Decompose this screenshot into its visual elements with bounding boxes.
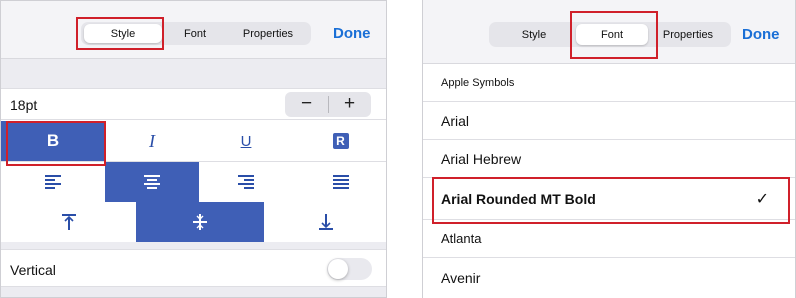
highlight-selected-font [432,177,790,224]
font-item-arial[interactable]: Arial [423,102,795,140]
increase-size-button[interactable]: + [328,92,371,117]
font-item-arial-hebrew[interactable]: Arial Hebrew [423,140,795,178]
tab-style[interactable]: Style [492,24,576,45]
done-button[interactable]: Done [742,26,780,43]
outline-icon: R [332,133,349,149]
underline-icon: U [240,132,252,150]
align-right-icon [238,175,254,189]
justify-icon [332,175,349,189]
format-toolbar: Style Font Properties Done [1,1,386,59]
tab-properties[interactable]: Properties [228,24,308,43]
text-format-panel-style: Style Font Properties Done 18pt − + B I … [0,0,387,298]
font-item-label: Apple Symbols [441,77,515,89]
align-bottom-icon [319,214,333,230]
outline-button[interactable]: R [293,121,386,161]
section-spacer [1,59,386,88]
align-top-button[interactable] [1,202,136,242]
section-spacer [1,287,386,297]
align-left-icon [45,175,61,189]
italic-button[interactable]: I [105,121,199,161]
align-center-button[interactable] [105,162,199,202]
section-spacer [1,242,386,249]
italic-icon: I [149,130,155,151]
font-size-stepper: − + [285,92,371,117]
font-item-apple-symbols[interactable]: Apple Symbols [423,64,795,102]
align-bottom-button[interactable] [264,202,386,242]
align-middle-button[interactable] [136,202,264,242]
font-item-avenir[interactable]: Avenir [423,258,795,298]
tab-properties[interactable]: Properties [648,24,728,45]
toggle-knob [328,259,348,279]
vertical-label: Vertical [10,262,56,278]
highlight-style-tab [76,17,164,50]
highlight-bold-button [6,121,106,166]
align-right-button[interactable] [199,162,293,202]
font-item-label: Avenir [441,270,481,286]
font-size-value: 18pt [10,97,38,113]
done-button[interactable]: Done [333,25,371,42]
decrease-size-button[interactable]: − [285,92,328,117]
font-item-atlanta[interactable]: Atlanta [423,220,795,258]
justify-button[interactable] [293,162,386,202]
font-item-label: Atlanta [441,231,482,246]
underline-button[interactable]: U [199,121,293,161]
font-item-label: Arial Hebrew [441,151,522,167]
align-left-button[interactable] [1,162,105,202]
highlight-font-tab [570,11,658,59]
vertical-toggle[interactable] [327,258,372,280]
align-middle-icon [193,214,207,230]
align-top-icon [61,214,76,230]
tab-font[interactable]: Font [162,24,228,43]
align-center-icon [144,175,160,189]
text-format-panel-font: Style Font Properties Done Apple Symbols… [422,0,796,298]
font-item-label: Arial [441,113,470,129]
font-size-row: 18pt − + [1,88,386,120]
vertical-text-row: Vertical [1,249,386,287]
